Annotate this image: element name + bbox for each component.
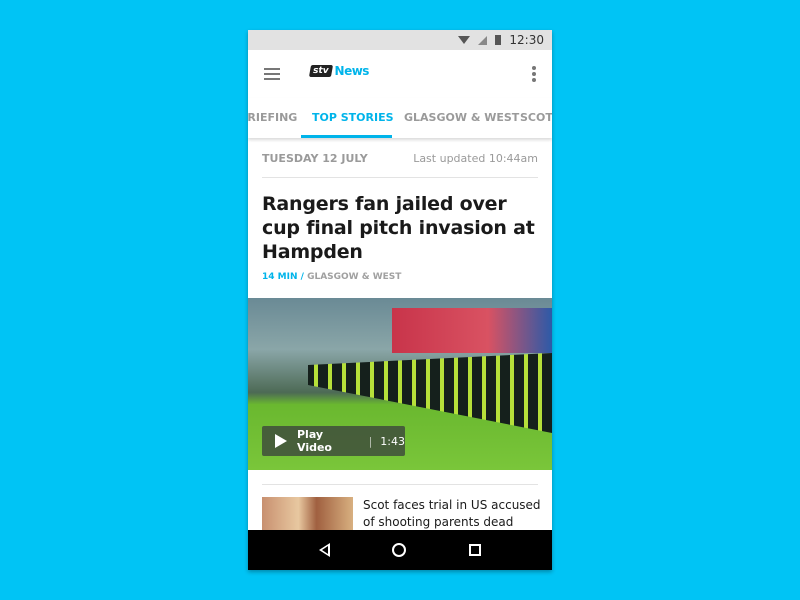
android-nav-bar — [248, 530, 552, 570]
recent-apps-icon[interactable] — [468, 544, 481, 556]
dateline: TUESDAY 12 JULY Last updated 10:44am — [262, 152, 538, 178]
wifi-icon — [458, 36, 471, 44]
back-icon[interactable] — [319, 543, 331, 557]
section-tabs: BRIEFING TOP STORIES GLASGOW & WEST SCOT… — [248, 98, 552, 138]
more-options-icon[interactable] — [532, 66, 536, 82]
status-bar: 12:30 — [248, 30, 552, 50]
play-video-button[interactable]: Play Video | 1:43 — [262, 426, 405, 456]
signal-icon — [478, 35, 488, 45]
tab-scotland[interactable]: SCOTLAND — [520, 111, 552, 124]
story-headline[interactable]: Scot faces trial in US accused of shooti… — [363, 497, 542, 531]
tab-top-stories[interactable]: TOP STORIES — [312, 111, 394, 124]
menu-icon[interactable] — [264, 68, 280, 80]
lead-image[interactable]: Play Video | 1:43 — [248, 298, 552, 470]
phone-screen: 12:30 stv News BRIEFING TOP STORIES GLAS… — [248, 30, 552, 570]
battery-icon — [495, 35, 502, 45]
video-duration: 1:43 — [380, 434, 405, 448]
play-icon — [275, 434, 287, 448]
clock: 12:30 — [509, 33, 544, 47]
app-bar: stv News — [248, 50, 552, 98]
stv-news-logo: stv News — [308, 64, 369, 78]
tab-glasgow-west[interactable]: GLASGOW & WEST — [404, 111, 519, 124]
active-tab-indicator — [301, 135, 392, 138]
divider — [262, 484, 538, 485]
lead-meta: 14 MIN / GLASGOW & WEST — [262, 272, 402, 282]
tab-briefing[interactable]: BRIEFING — [248, 111, 297, 124]
lead-headline[interactable]: Rangers fan jailed over cup final pitch … — [262, 192, 538, 264]
home-icon[interactable] — [392, 543, 407, 557]
